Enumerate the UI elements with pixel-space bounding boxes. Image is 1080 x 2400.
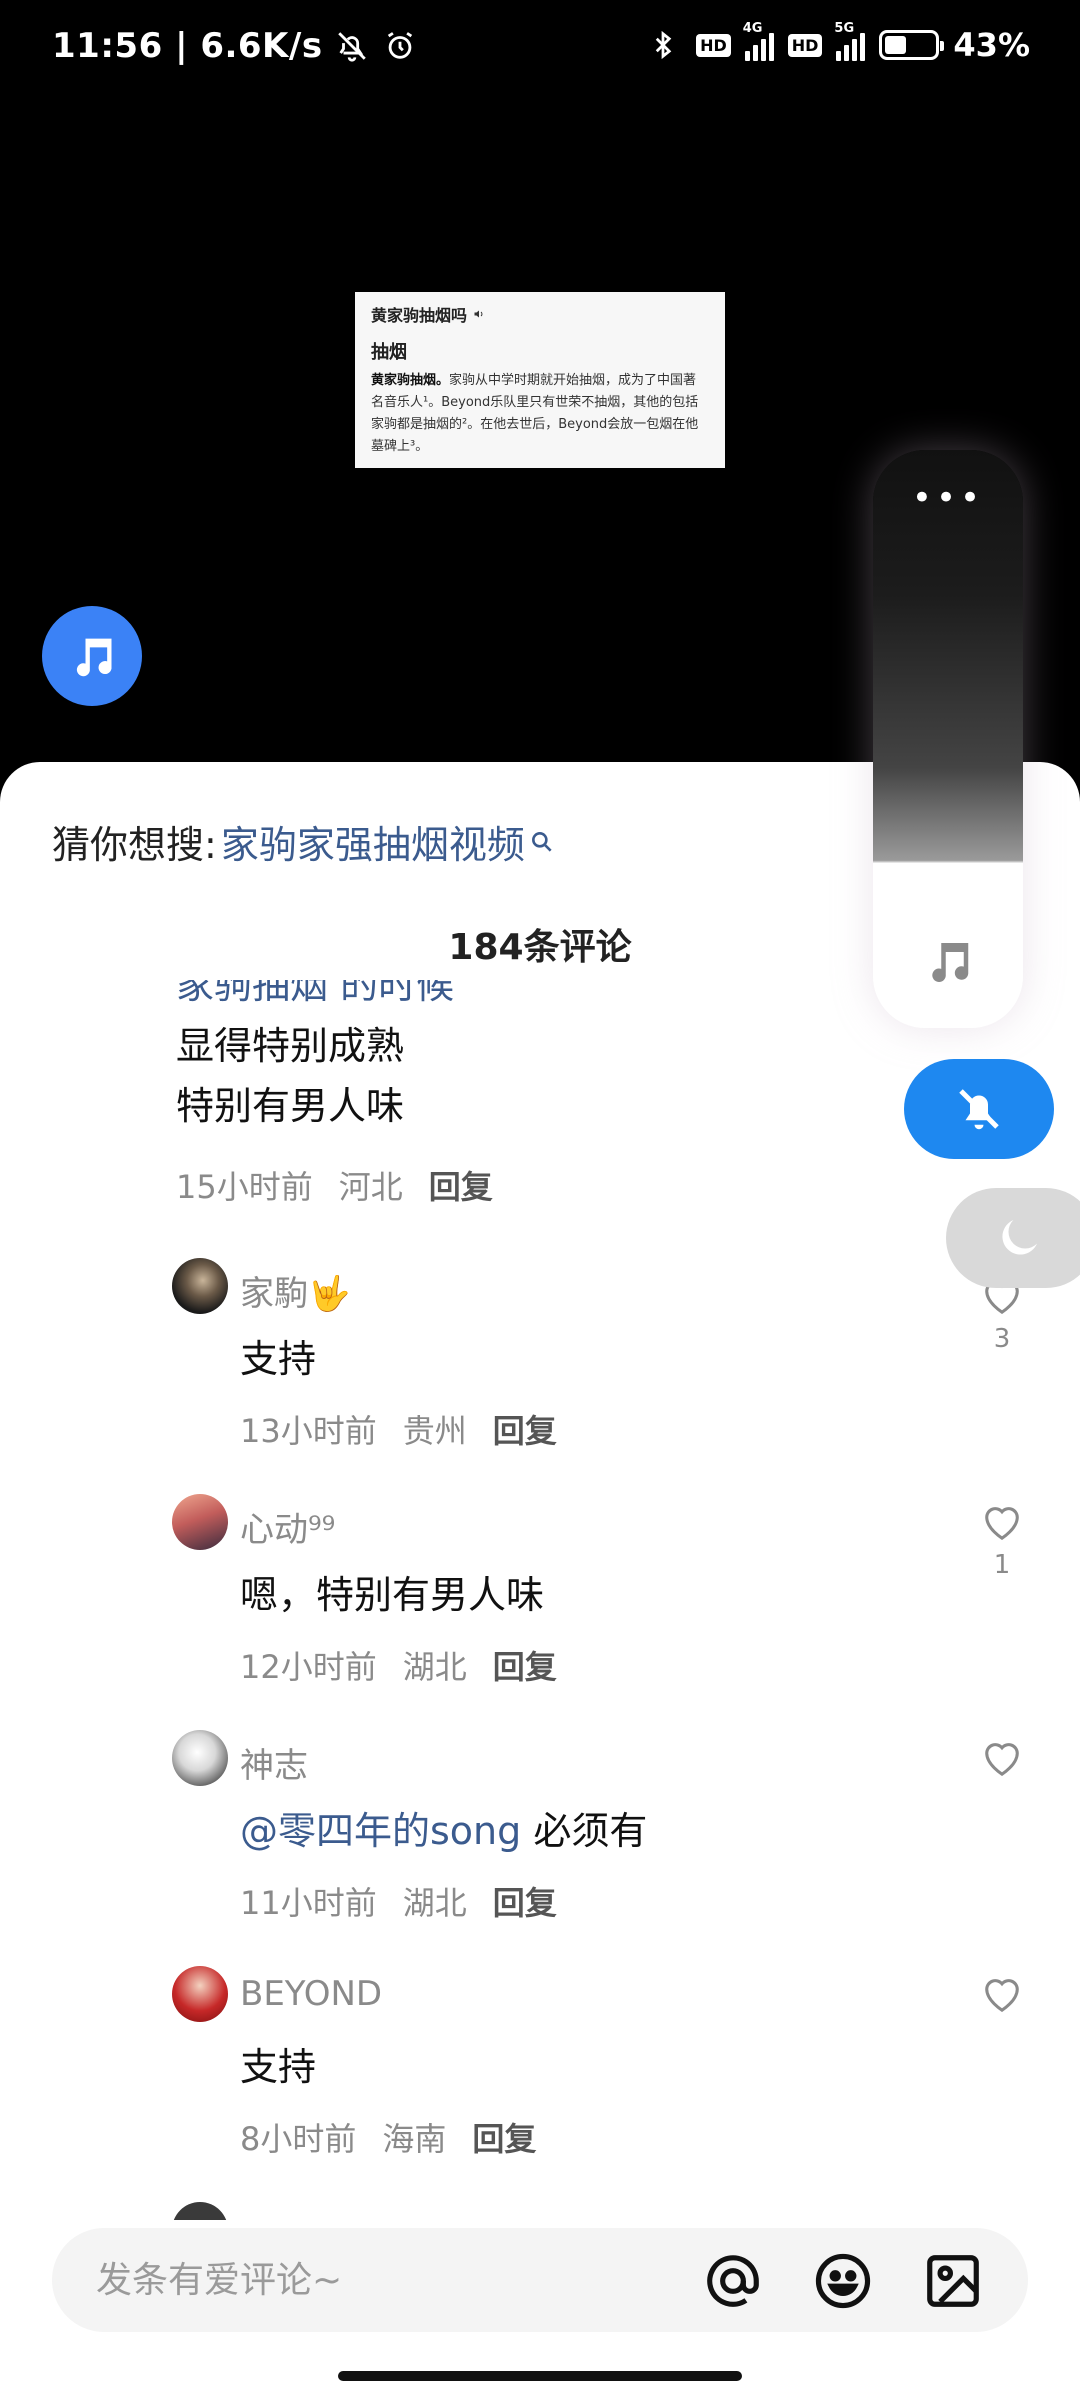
comment-item: 家驹抽烟 的时候 显得特别成熟 特别有男人味 15小时前 河北 回复	[176, 980, 493, 1208]
reply-username[interactable]: 心动⁹⁹	[240, 1502, 335, 1551]
suggestion-prefix: 猜你想搜:	[52, 823, 217, 867]
video-card-subtitle: 抽烟	[371, 342, 407, 363]
moon-icon	[1002, 1220, 1037, 1255]
reply-button[interactable]: 回复	[493, 1878, 557, 1924]
like-button[interactable]: 1	[972, 1500, 1032, 1580]
reply-item: 心动⁹⁹ 嗯，特别有男人味 12小时前 湖北 回复 1	[172, 1494, 1032, 1694]
reply-username[interactable]: 神志	[240, 1738, 308, 1787]
reply-location: 湖北	[402, 1884, 467, 1922]
avatar[interactable]	[172, 1494, 228, 1550]
reply-item: 神志 @零四年的song 必须有 11小时前 湖北 回复	[172, 1730, 1032, 1930]
reply-meta: 12小时前 湖北 回复	[240, 1642, 557, 1688]
reply-button[interactable]: 回复	[493, 1642, 557, 1688]
comment-location: 河北	[338, 1168, 403, 1206]
floating-side-panel[interactable]: •••	[873, 450, 1023, 1028]
hd-badge-2: HD	[787, 33, 823, 57]
heart-icon	[985, 1743, 1019, 1776]
mention-link[interactable]: @零四年的song	[240, 1809, 521, 1853]
like-button[interactable]	[972, 1736, 1032, 1782]
battery-icon	[879, 30, 945, 60]
signal-icon-2: 5G	[834, 21, 866, 61]
reply-time: 11小时前	[240, 1884, 377, 1922]
status-bar: 11:56 | 6.6K/s HD 4G HD 5G 43%	[0, 0, 1080, 100]
alarm-icon	[381, 27, 419, 65]
bell-off-icon	[959, 1089, 999, 1130]
reply-meta: 13小时前 贵州 回复	[240, 1406, 557, 1452]
emoji-icon[interactable]	[812, 2250, 874, 2312]
network-label: 4G	[742, 21, 763, 36]
video-card-body: 黄家驹抽烟。家驹从中学时期就开始抽烟，成为了中国著名音乐人¹。Beyond乐队里…	[371, 370, 709, 458]
comment-line-1: 显得特别成熟	[176, 1024, 405, 1068]
music-note-icon[interactable]	[921, 934, 975, 992]
comment-line-2: 特别有男人味	[176, 1084, 405, 1128]
search-suggestion[interactable]: 猜你想搜: 家驹家强抽烟视频	[52, 814, 555, 869]
reply-username[interactable]: 家駒🤟	[240, 1266, 350, 1315]
video-card-body-bold: 黄家驹抽烟。	[371, 373, 450, 388]
reply-username[interactable]: BEYOND	[240, 1974, 382, 2014]
reply-text: @零四年的song 必须有	[240, 1800, 647, 1855]
reply-button[interactable]: 回复	[493, 1406, 557, 1452]
heart-icon	[985, 1979, 1019, 2012]
suggestion-query[interactable]: 家驹家强抽烟视频	[221, 814, 525, 869]
at-icon[interactable]	[702, 2250, 764, 2312]
comment-time: 15小时前	[176, 1168, 313, 1206]
music-float-button[interactable]	[42, 606, 142, 706]
battery-percent: 43%	[953, 26, 1030, 64]
reply-meta: 8小时前 海南 回复	[240, 2114, 536, 2160]
like-count: 3	[993, 1324, 1011, 1354]
reply-text: 支持	[240, 2045, 317, 2089]
reply-time: 12小时前	[240, 1648, 377, 1686]
reply-text-body: 必须有	[521, 1809, 648, 1853]
time-speed: 11:56 | 6.6K/s	[52, 26, 323, 66]
avatar	[172, 2202, 228, 2220]
reply-text: 支持	[240, 1337, 317, 1381]
home-indicator[interactable]	[338, 2371, 742, 2381]
reply-item: 家駒🤟 支持 13小时前 贵州 回复 3	[172, 1258, 1032, 1458]
reply-button[interactable]: 回复	[472, 2114, 536, 2160]
avatar[interactable]	[172, 1258, 228, 1314]
network-label-2: 5G	[834, 21, 855, 36]
comment-cut-text: 家驹抽烟 的时候	[176, 980, 455, 1006]
heart-icon	[985, 1507, 1019, 1540]
search-icon	[529, 820, 555, 864]
like-count: 1	[993, 1550, 1011, 1580]
more-dots-icon[interactable]: •••	[873, 478, 1023, 518]
reply-button[interactable]: 回复	[429, 1162, 493, 1208]
music-note-icon	[76, 638, 112, 677]
comment-input-bar	[52, 2228, 1028, 2332]
video-card-title-row: 黄家驹抽烟吗	[371, 302, 709, 326]
status-left: 11:56 | 6.6K/s	[52, 26, 419, 66]
video-card-title: 黄家驹抽烟吗	[371, 306, 468, 325]
hd-badge: HD	[696, 33, 731, 57]
speaker-icon	[473, 305, 485, 324]
reply-meta: 11小时前 湖北 回复	[240, 1878, 557, 1924]
mute-toggle-button[interactable]	[904, 1059, 1054, 1159]
bluetooth-icon	[644, 26, 682, 64]
reply-location: 贵州	[402, 1412, 467, 1450]
video-frame[interactable]: 黄家驹抽烟吗 抽烟 黄家驹抽烟。家驹从中学时期就开始抽烟，成为了中国著名音乐人¹…	[355, 292, 725, 468]
reply-time: 8小时前	[240, 2120, 357, 2158]
reply-item: BEYOND 支持 8小时前 海南 回复	[172, 1966, 1032, 2166]
comment-meta: 15小时前 河北 回复	[176, 1162, 493, 1208]
avatar[interactable]	[172, 1966, 228, 2022]
comment-list[interactable]: 家驹抽烟 的时候 显得特别成熟 特别有男人味 15小时前 河北 回复 家駒🤟 支…	[0, 980, 1080, 2220]
signal-icon: 4G	[743, 21, 774, 61]
bell-off-icon	[333, 27, 371, 65]
dark-mode-button[interactable]	[946, 1188, 1080, 1288]
like-button[interactable]	[972, 1972, 1032, 2018]
comment-input[interactable]	[96, 2228, 656, 2332]
image-icon[interactable]	[922, 2250, 984, 2312]
status-right: HD 4G HD 5G 43%	[644, 21, 1030, 64]
reply-location: 海南	[382, 2120, 447, 2158]
reply-text: 嗯，特别有男人味	[240, 1573, 545, 1617]
avatar[interactable]	[172, 1730, 228, 1786]
reply-location: 湖北	[402, 1648, 467, 1686]
reply-time: 13小时前	[240, 1412, 377, 1450]
